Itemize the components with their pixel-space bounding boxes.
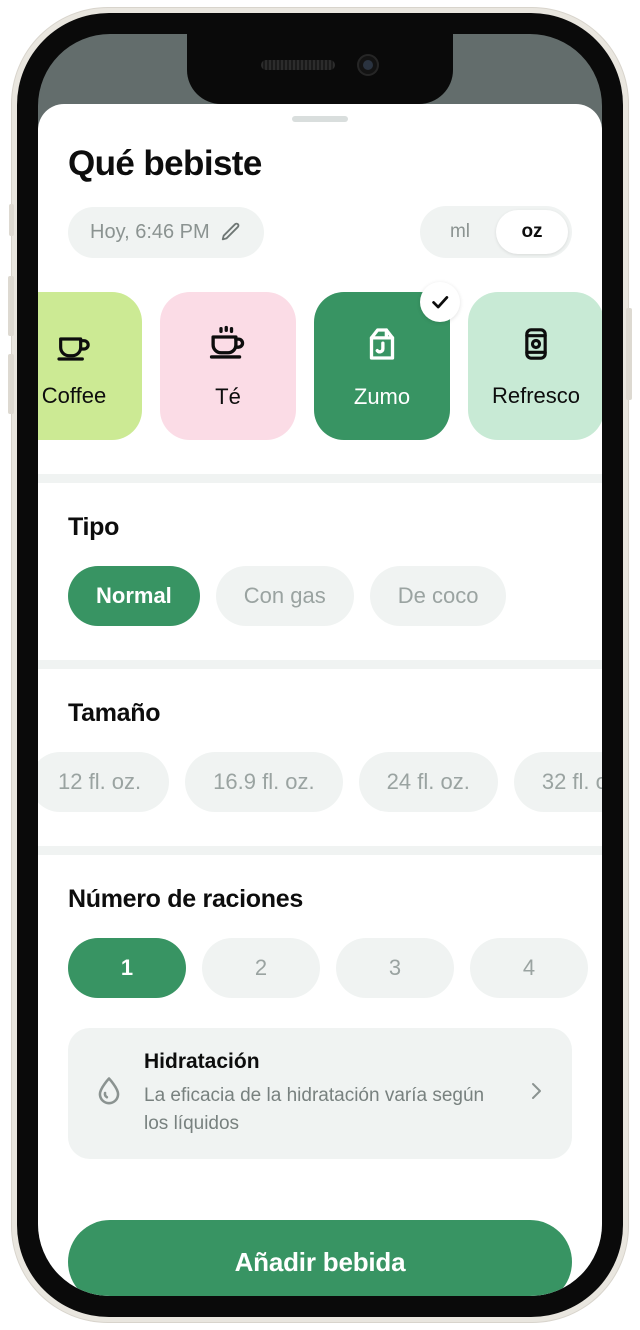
- divider-after-carousel: [38, 474, 602, 483]
- tipo-option-de-coco[interactable]: De coco: [369, 566, 507, 626]
- drink-card-te[interactable]: Té: [160, 292, 296, 440]
- time-chip[interactable]: Hoy, 6:46 PM: [68, 206, 264, 258]
- unit-option-oz[interactable]: oz: [496, 210, 568, 254]
- drink-category-carousel[interactable]: Coffee Té Zumo Refresco: [38, 282, 602, 440]
- time-value: Hoy, 6:46 PM: [90, 220, 210, 243]
- mute-switch[interactable]: [9, 204, 14, 236]
- front-camera-icon: [357, 54, 379, 76]
- drink-label-coffee: Coffee: [41, 382, 107, 408]
- tipo-section: Tipo Normal Con gas De coco: [38, 483, 602, 626]
- drink-card-zumo[interactable]: Zumo: [314, 282, 460, 440]
- tamano-section: Tamaño 12 fl. oz. 16.9 fl. oz. 24 fl. oz…: [38, 669, 602, 812]
- tipo-option-normal[interactable]: Normal: [68, 566, 200, 626]
- add-drink-button[interactable]: Añadir bebida: [68, 1220, 572, 1296]
- drink-label-refresco: Refresco: [491, 382, 581, 408]
- phone-screen: Qué bebiste Hoy, 6:46 PM ml oz Coffee Té…: [38, 34, 602, 1296]
- water-drop-icon: [92, 1074, 126, 1113]
- coffee-cup-icon: [54, 324, 94, 369]
- raciones-option-3[interactable]: 3: [336, 938, 454, 998]
- tamano-options-row[interactable]: 12 fl. oz. 16.9 fl. oz. 24 fl. oz. 32 fl…: [38, 752, 602, 812]
- notch: [187, 34, 453, 104]
- raciones-options-row[interactable]: 1 2 3 4 5: [68, 938, 588, 998]
- volume-up-button[interactable]: [8, 276, 14, 336]
- juice-carton-icon: [361, 323, 403, 370]
- divider-after-tamano: [38, 846, 602, 855]
- tamano-option-32[interactable]: 32 fl. oz.: [513, 752, 602, 812]
- drink-label-te: Té: [215, 383, 241, 409]
- raciones-option-2[interactable]: 2: [202, 938, 320, 998]
- raciones-option-1[interactable]: 1: [68, 938, 186, 998]
- volume-down-button[interactable]: [8, 354, 14, 414]
- divider-after-tipo: [38, 660, 602, 669]
- teacup-icon: [207, 323, 249, 370]
- tipo-options-row[interactable]: Normal Con gas De coco: [68, 566, 572, 626]
- tamano-option-24[interactable]: 24 fl. oz.: [358, 752, 498, 812]
- hydration-description: La eficacia de la hidratación varía segú…: [144, 1085, 485, 1134]
- speaker-grille-icon: [261, 60, 335, 70]
- page-title: Qué bebiste: [68, 144, 262, 183]
- drink-entry-sheet: Qué bebiste Hoy, 6:46 PM ml oz Coffee Té…: [38, 104, 602, 1296]
- tipo-section-title: Tipo: [68, 513, 120, 541]
- drink-card-coffee[interactable]: Coffee: [38, 292, 142, 440]
- raciones-option-4[interactable]: 4: [470, 938, 588, 998]
- tipo-option-con-gas[interactable]: Con gas: [215, 566, 354, 626]
- tamano-option-16-9[interactable]: 16.9 fl. oz.: [185, 752, 343, 812]
- raciones-section-title: Número de raciones: [68, 885, 303, 913]
- drink-card-refresco[interactable]: Refresco: [468, 292, 602, 440]
- hydration-info-card[interactable]: Hidratación La eficacia de la hidratació…: [68, 1028, 572, 1160]
- raciones-section: Número de raciones 1 2 3 4 5: [38, 855, 602, 998]
- chevron-right-icon[interactable]: [524, 1079, 548, 1108]
- soda-can-icon: [516, 324, 556, 369]
- header-controls-row: Hoy, 6:46 PM ml oz: [68, 206, 572, 258]
- tamano-section-title: Tamaño: [68, 699, 161, 727]
- unit-toggle[interactable]: ml oz: [420, 206, 572, 258]
- hydration-text-block: Hidratación La eficacia de la hidratació…: [144, 1050, 506, 1137]
- selected-check-badge: [420, 282, 460, 322]
- pencil-icon: [220, 221, 242, 243]
- sheet-header: Qué bebiste Hoy, 6:46 PM ml oz Coffee Té…: [38, 122, 602, 440]
- tamano-option-12[interactable]: 12 fl. oz.: [38, 752, 170, 812]
- hydration-title: Hidratación: [144, 1050, 260, 1073]
- drink-label-zumo: Zumo: [353, 383, 411, 409]
- phone-mockup: Qué bebiste Hoy, 6:46 PM ml oz Coffee Té…: [8, 8, 632, 1322]
- power-button[interactable]: [626, 308, 632, 400]
- unit-option-ml[interactable]: ml: [424, 210, 496, 254]
